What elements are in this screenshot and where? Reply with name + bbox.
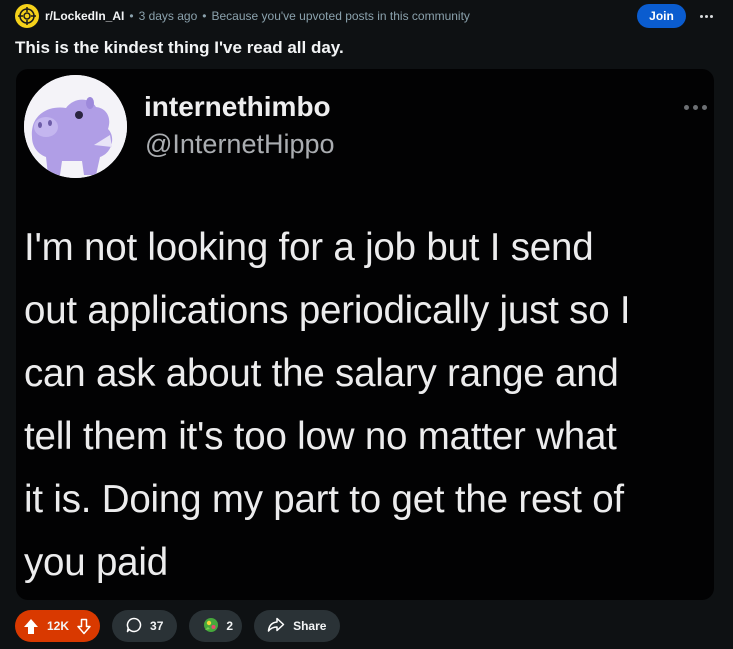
tweet-text: I'm not looking for a job but I send out… (24, 216, 714, 594)
downvote-arrow-icon[interactable] (75, 617, 93, 635)
crosshair-icon[interactable] (15, 4, 39, 28)
share-arrow-icon (267, 617, 285, 636)
join-button[interactable]: Join (637, 4, 686, 28)
tweet-more-icon (684, 105, 711, 110)
tweet-line: you paid (24, 541, 168, 584)
post-image[interactable]: internethimbo @InternetHippo I'm not loo… (16, 69, 714, 600)
tweet-line: can ask about the salary range and (24, 352, 619, 395)
share-label: Share (293, 619, 327, 633)
tweet-line: out applications periodically just so I (24, 289, 631, 332)
separator-dot: • (202, 9, 207, 23)
separator-dot: • (129, 9, 134, 23)
tweet-line: tell them it's too low no matter what (24, 415, 617, 458)
share-button[interactable]: Share (254, 610, 341, 642)
tweet-handle: @InternetHippo (145, 129, 335, 159)
award-button[interactable]: 2 (189, 610, 243, 642)
action-bar: 12K 37 2 Share (15, 610, 352, 642)
subreddit-link[interactable]: r/LockedIn_AI (45, 9, 124, 23)
tweet-line: it is. Doing my part to get the rest of (24, 478, 624, 521)
hippo-avatar (24, 75, 127, 178)
ellipsis-icon[interactable] (694, 4, 718, 28)
vote-control: 12K (15, 610, 101, 642)
post-meta: r/LockedIn_AI • 3 days ago • Because you… (15, 4, 470, 28)
recommendation-reason: Because you've upvoted posts in this com… (211, 9, 470, 23)
post-time: 3 days ago (138, 9, 198, 23)
tweet-line: I'm not looking for a job but I send (24, 226, 594, 269)
tweet-display-name: internethimbo (144, 91, 331, 122)
vote-count: 12K (47, 619, 70, 633)
award-count: 2 (226, 619, 234, 633)
award-icon (202, 616, 220, 637)
speech-bubble-icon (126, 617, 142, 636)
post-card: r/LockedIn_AI • 3 days ago • Because you… (0, 0, 733, 649)
post-title[interactable]: This is the kindest thing I've read all … (15, 38, 344, 58)
comments-button[interactable]: 37 (112, 610, 178, 642)
upvote-arrow-icon[interactable] (22, 617, 40, 635)
comment-count: 37 (150, 619, 164, 633)
